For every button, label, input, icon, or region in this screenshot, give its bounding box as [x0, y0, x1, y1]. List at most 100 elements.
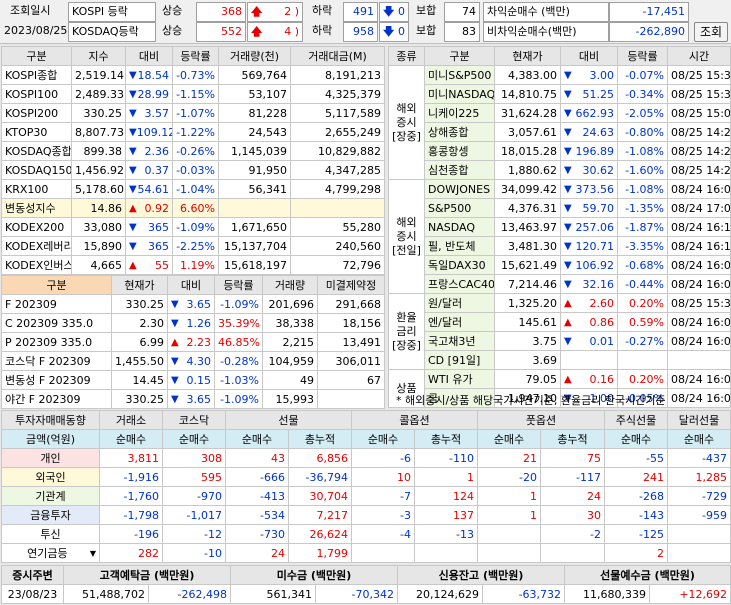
futures-change: ▲ 2.23: [167, 332, 215, 352]
down-arrow-icon: ▼: [129, 107, 137, 119]
index-row[interactable]: KOSPI200 330.25 ▼ 3.57 -1.07% 81,228 5,117,589: [1, 103, 385, 123]
world-value: 145.61: [494, 312, 561, 332]
world-header: 종류: [388, 46, 425, 66]
world-row[interactable]: 미니NASDAQ14,810.75▼ 51.25-0.34%08/25 15:32: [389, 84, 731, 104]
index-volume: 56,341: [218, 179, 291, 199]
investor-row[interactable]: 투신 -196 -12 -730 26,624 -4 -13 -2 -125: [1, 524, 731, 544]
investor-type: 개인: [1, 448, 100, 468]
world-row[interactable]: 니케이22531,624.28▼662.93-2.05%08/25 15:00: [389, 103, 731, 123]
world-row[interactable]: 해외 증시 [전일] DOWJONES 34,099.42 ▼ 373.56 -1.08%…: [388, 179, 731, 294]
world-row[interactable]: S&P5004,376.31▼ 59.70-1.35%08/24 17:08: [389, 198, 731, 218]
world-rate: 0.59%: [617, 312, 668, 332]
investor-row[interactable]: 연기금등 ▼ 282 -10 24 1,799 2: [1, 543, 731, 563]
futures-name: C 202309 335.0: [1, 313, 112, 333]
world-row[interactable]: CD [91일] 3.69: [389, 350, 731, 370]
index-row[interactable]: KODEX레버리지15,890▼ 365-2.25%15,137,704240,5…: [1, 236, 385, 256]
world-rate: -1.87%: [617, 217, 668, 237]
futures-row[interactable]: C 202309 335.0 2.30 ▼ 1.26 35.39% 38,338 18,15…: [1, 313, 385, 333]
investor-value: -413: [225, 486, 289, 506]
investor-row[interactable]: 기관계 -1,760 -970 -413 30,704 -7 124 1 24 -268 -729: [1, 486, 731, 506]
investor-value: 595: [162, 467, 226, 487]
world-row[interactable]: 필, 반도체3,481.30▼120.71-3.35%08/24 16:15: [389, 236, 731, 256]
investor-type: 기관계: [1, 486, 100, 506]
world-row[interactable]: 상품WTI 유가79.05▲0.160.20%08/24 16:00: [388, 369, 731, 408]
dropdown-arrow-icon[interactable]: ▼: [90, 545, 96, 562]
futures-open-interest: 13,491: [317, 332, 385, 352]
investor-value: 3,811: [99, 448, 163, 468]
world-row[interactable]: 독일DAX3015,621.49▼106.92-0.68%08/24 16:00: [389, 255, 731, 275]
investor-subheader: 총누적: [288, 429, 352, 449]
world-row[interactable]: 국고채3년3.75▼ 0.01-0.27%08/24 16:00: [389, 331, 731, 351]
index-rate: 6.60%: [172, 198, 219, 218]
index-table: 구분 지수 대비 등락률 거래량(천) 거래대금(M) KOSPI종합 2,519.14 ▼ 18…: [1, 46, 385, 275]
world-row[interactable]: 심천종합1,880.62▼ 30.62-1.60%08/25 14:27: [389, 160, 731, 180]
investor-type: 투신: [1, 524, 100, 544]
index-value: 2,519.14: [71, 65, 126, 85]
world-row[interactable]: 상해종합3,057.61▼ 24.63-0.80%08/25 14:27: [389, 122, 731, 142]
investor-type[interactable]: 연기금등 ▼: [1, 543, 100, 563]
investor-value: [351, 543, 415, 563]
index-rate: -0.26%: [172, 141, 219, 161]
futures-row[interactable]: F 202309 330.25 ▼ 3.65 -1.09% 201,696 291,668: [1, 294, 385, 314]
world-row[interactable]: NASDAQ13,463.97▼257.06-1.87%08/24 16:15: [389, 217, 731, 237]
down-arrow-icon: ▼: [564, 202, 572, 214]
world-rate: -0.44%: [617, 274, 668, 294]
world-name: 니케이225: [424, 103, 495, 123]
futures-change: ▼ 0.15: [167, 370, 215, 390]
world-value: 34,099.42: [494, 179, 561, 199]
futures-row[interactable]: 변동성 F 202309 14.45 ▼ 0.15 -1.03% 49 67: [1, 370, 385, 390]
deposit-header: 고객예탁금 (백만원): [63, 565, 231, 585]
futures-row[interactable]: 코스닥 F 202309 1,455.50 ▼ 4.30 -0.28% 104,959 30…: [1, 351, 385, 371]
index-row[interactable]: KOSPI100 2,489.33 ▼ 28.99 -1.15% 53,107 4,325,…: [1, 84, 385, 104]
world-change-value: 24.63: [582, 125, 615, 139]
world-row[interactable]: 해외 증시 [장중] 미니S&P500 4,383.00 ▼ 3.00 -0.07% 08/…: [388, 65, 731, 180]
world-value: 3,481.30: [494, 236, 561, 256]
index-row[interactable]: KODEX인버스 4,665 ▲ 55 1.19% 15,618,197 72,796: [1, 255, 385, 275]
world-change-value: 51.25: [582, 87, 615, 101]
futures-row[interactable]: 야간 F 202309 330.25 ▼ 3.65 -1.09% 15,993: [1, 389, 385, 409]
index-row[interactable]: KOSPI종합 2,519.14 ▼ 18.54 -0.73% 569,764 8,191,…: [1, 65, 385, 85]
world-change-value: 30.62: [582, 163, 615, 177]
deposit-header: 신용잔고 (백만원): [397, 565, 566, 585]
index-change: ▲ 55: [125, 255, 173, 275]
index-row[interactable]: 변동성지수 14.86 ▲ 0.92 6.60%: [1, 198, 385, 218]
world-header: 대비: [560, 46, 618, 66]
world-change-value: 257.06: [575, 220, 615, 234]
index-row[interactable]: KOSDAQ종합 899.38 ▼ 2.36 -0.26% 1,145,039 10,829…: [1, 141, 385, 161]
lower-limit-arrow-icon: 🡇: [383, 5, 395, 18]
investor-row[interactable]: 외국인 -1,916 595 -666 -36,794 10 1 -20 -117 241 1,28…: [1, 467, 731, 487]
market-label: KOSPI 등락: [68, 2, 156, 22]
index-row[interactable]: KODEX200 33,080 ▼ 365 -1.09% 1,671,650 55,280: [1, 217, 385, 237]
investor-subheader: 순매수: [225, 429, 289, 449]
world-change-value: 373.56: [575, 182, 615, 196]
world-change-value: 0.01: [589, 334, 615, 348]
world-row[interactable]: 엔/달러145.61▲ 0.860.59%08/24 16:00: [389, 312, 731, 332]
down-arrow-icon: ▼: [171, 374, 179, 386]
query-date[interactable]: 2023/08/25: [4, 22, 67, 42]
world-value: 3.75: [494, 331, 561, 351]
world-change-value: 0.16: [589, 372, 615, 386]
query-button[interactable]: 조회: [694, 22, 728, 42]
index-row[interactable]: KTOP30 8,807.73 ▼ 109.12 -1.22% 24,543 2,655,2…: [1, 122, 385, 142]
unchanged-count: 83: [444, 22, 480, 42]
world-row[interactable]: 프랑스CAC407,214.46▼ 32.16-0.44%08/24 16:00: [389, 274, 731, 294]
world-name: 엔/달러: [424, 312, 495, 332]
world-row[interactable]: 홍콩항셍18,015.28▼196.89-1.08%08/25 14:27: [389, 141, 731, 161]
investor-unit-label: 금액(억원): [1, 429, 100, 449]
investor-row[interactable]: 금융투자 -1,798 -1,017 -534 7,217 -3 137 1 30 -143 -95…: [1, 505, 731, 525]
index-row[interactable]: KOSDAQ150 1,456.92 ▼ 0.37 -0.03% 91,950 4,347,…: [1, 160, 385, 180]
down-arrow-icon: ▼: [171, 355, 179, 367]
futures-row[interactable]: P 202309 335.0 6.99 ▲ 2.23 46.85% 2,215 13,491: [1, 332, 385, 352]
investor-title: 투자자매매동향: [1, 410, 100, 430]
world-rate: 0.20%: [617, 293, 668, 313]
down-arrow-icon: ▼: [564, 69, 572, 81]
world-row[interactable]: 환율 금리 [장중] 원/달러 1,325.20 ▲ 2.60 0.20% 08/25 15…: [388, 293, 731, 370]
index-name: KODEX레버리지: [1, 236, 72, 256]
world-change: ▼ 196.89: [560, 141, 618, 161]
investor-value: -1,760: [99, 486, 163, 506]
world-change-value: 196.89: [575, 144, 615, 158]
index-row[interactable]: KRX100 5,178.60 ▼ 54.61 -1.04% 56,341 4,799,29…: [1, 179, 385, 199]
investor-value: [667, 543, 731, 563]
world-rate: -0.07%: [617, 65, 668, 85]
investor-row[interactable]: 개인 3,811 308 43 6,856 -6 -110 21 75 -55 -437: [1, 448, 731, 468]
